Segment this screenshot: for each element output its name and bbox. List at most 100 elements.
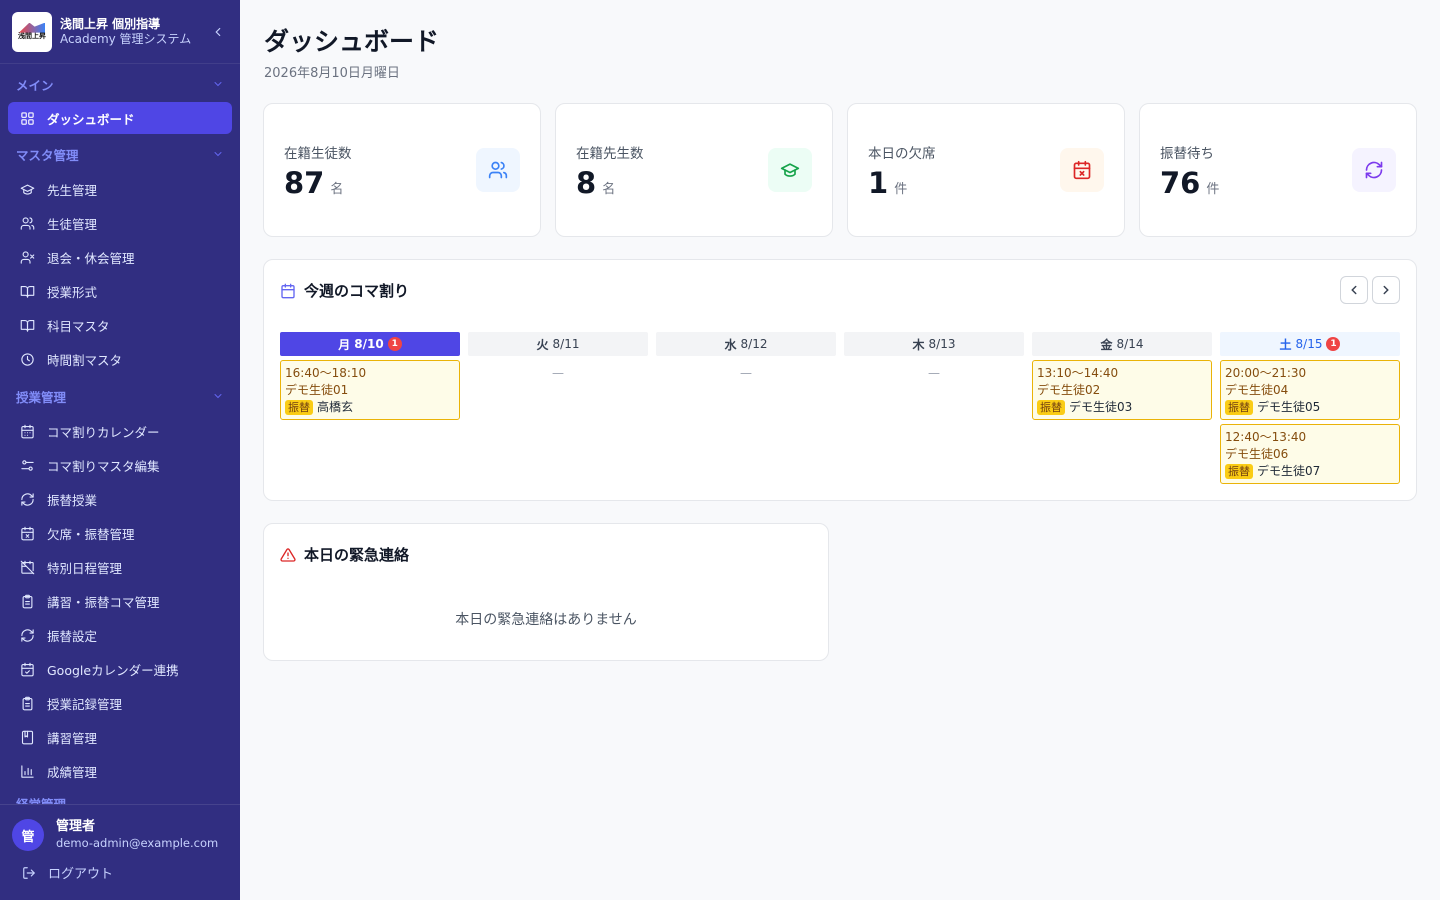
sidebar-item-label: 講習管理 [47,730,98,746]
sidebar-item-label: 先生管理 [47,182,98,198]
sidebar-item-label: 成績管理 [47,764,98,780]
slot-teacher: デモ生徒05 [1257,400,1321,414]
day-header[interactable]: 金 8/14 [1032,332,1212,356]
lesson-slot[interactable]: 16:40〜18:10 デモ生徒01 振替 高橋玄 [280,360,460,420]
nav-section-title: メイン [16,77,54,93]
graduation-cap-icon [20,184,35,195]
sidebar-item[interactable]: 時間割マスタ [8,342,232,376]
sidebar-item[interactable]: 成績管理 [8,754,232,788]
chevron-right-icon [1383,285,1389,295]
calendar-icon [281,283,295,298]
day-header[interactable]: 火 8/11 [468,332,648,356]
sidebar-item[interactable]: 振替設定 [8,618,232,652]
page-title: ダッシュボード [264,27,440,56]
day-of-week: 木 [912,337,925,352]
stat-value: 1 [868,166,889,200]
nav-section-header[interactable]: マスタ管理 [8,136,232,172]
stat-label: 在籍生徒数 [284,146,352,162]
sidebar-item[interactable]: Googleカレンダー連携 [8,652,232,686]
week-days: 月 8/10 1 16:40〜18:10 デモ生徒01 振替 高橋玄火 8/11— 水 8/12—… [280,332,1400,484]
sidebar-item[interactable]: 講習・振替コマ管理 [8,584,232,618]
sidebar-item[interactable]: 特別日程管理 [8,550,232,584]
sidebar-item[interactable]: ダッシュボード [8,102,232,134]
book-open-icon [20,319,35,332]
slot-teacher: 高橋玄 [317,400,354,414]
collapse-sidebar-button[interactable] [208,22,228,42]
sidebar-item[interactable]: 科目マスタ [8,308,232,342]
empty-day-marker: — [552,366,564,380]
day-date: 8/12 [740,337,768,351]
substitute-tag: 振替 [1037,400,1065,415]
lesson-slot[interactable]: 12:40〜13:40 デモ生徒06 振替 デモ生徒07 [1220,424,1400,484]
sidebar-item[interactable]: 生徒管理 [8,206,232,240]
stat-unit: 件 [1206,182,1220,197]
sidebar-item[interactable]: コマ割りマスタ編集 [8,448,232,482]
brand-header: 浅間上昇 浅間上昇 個別指導 Academy 管理システム [0,0,240,64]
urgent-notice-card: 本日の緊急連絡 本日の緊急連絡はありません [263,523,829,661]
day-header[interactable]: 土 8/15 1 [1220,332,1400,356]
clipboard-icon [22,696,33,710]
sidebar-item[interactable]: 講習管理 [8,720,232,754]
stats-row: 在籍生徒数 87 名在籍先生数 8 名本日の欠席 1 件振替待ち 76 件 [263,103,1417,237]
user-x-icon [20,250,35,264]
page-date: 2026年8月10日月曜日 [264,66,400,81]
user-panel: 管 管理者 demo-admin@example.com ログアウト [0,804,240,900]
day-date: 8/10 [354,337,384,351]
grid-icon [21,111,34,125]
sidebar-item[interactable]: 振替授業 [8,482,232,516]
day-date: 8/14 [1116,337,1144,351]
logout-label: ログアウト [48,867,114,882]
nav-section-header[interactable]: 経営管理 [8,788,232,804]
sidebar-item-label: 授業記録管理 [47,696,123,712]
sidebar-item[interactable]: コマ割りカレンダー [8,414,232,448]
sidebar-item[interactable]: 欠席・振替管理 [8,516,232,550]
day-header[interactable]: 月 8/10 1 [280,332,460,356]
brand-logo[interactable]: 浅間上昇 [12,11,52,52]
nav-section-header[interactable]: 授業管理 [8,378,232,414]
lesson-slot[interactable]: 13:10〜14:40 デモ生徒02 振替 デモ生徒03 [1032,360,1212,420]
logout-button[interactable]: ログアウト [12,859,228,886]
stat-icon-box [476,148,520,192]
sidebar-item-label: 時間割マスタ [47,352,123,368]
calendar-x-icon [21,526,34,540]
stat-unit: 名 [330,182,344,197]
urgent-empty-message: 本日の緊急連絡はありません [455,612,637,628]
calendar-off-icon [20,560,35,574]
lesson-slot[interactable]: 20:00〜21:30 デモ生徒04 振替 デモ生徒05 [1220,360,1400,420]
sidebar: 浅間上昇 浅間上昇 個別指導 Academy 管理システム メインダッシュボード… [0,0,240,900]
prev-week-button[interactable] [1340,276,1368,304]
chevron-down-icon [214,82,222,87]
sidebar-item[interactable]: 授業記録管理 [8,686,232,720]
day-header[interactable]: 水 8/12 [656,332,836,356]
day-of-week: 土 [1279,337,1292,352]
logout-icon [23,866,35,879]
sidebar-item[interactable]: 先生管理 [8,172,232,206]
stat-icon-box [1352,148,1396,192]
sidebar-item-label: 講習・振替コマ管理 [47,594,160,610]
count-badge: 1 [1326,337,1341,351]
sidebar-item-label: 振替設定 [47,628,98,644]
sidebar-item[interactable]: 授業形式 [8,274,232,308]
alert-triangle-icon [280,547,296,562]
sidebar-item-label: コマ割りマスタ編集 [47,458,160,474]
slot-student: デモ生徒06 [1225,447,1289,461]
nav-section-header[interactable]: メイン [8,66,232,102]
slot-teacher: デモ生徒07 [1257,464,1321,478]
stat-label: 本日の欠席 [868,146,936,162]
sidebar-item-label: 生徒管理 [47,216,98,232]
next-week-button[interactable] [1372,276,1400,304]
day-header[interactable]: 木 8/13 [844,332,1024,356]
slot-student: デモ生徒02 [1037,383,1101,397]
stat-value: 87 [284,166,325,200]
day-column: 木 8/13 — [844,332,1024,484]
refresh-icon [1365,161,1383,179]
stat-card: 在籍生徒数 87 名 [263,103,541,237]
slot-time: 16:40〜18:10 [285,366,367,380]
day-date: 8/15 [1295,337,1323,351]
avatar[interactable]: 管 [12,819,44,851]
chevron-left-icon [215,27,221,36]
weekly-schedule-title: 今週のコマ割り [304,282,410,300]
sidebar-item[interactable]: 退会・休会管理 [8,240,232,274]
sidebar-item-label: 欠席・振替管理 [47,526,135,542]
nav-section-title: 授業管理 [16,389,67,405]
